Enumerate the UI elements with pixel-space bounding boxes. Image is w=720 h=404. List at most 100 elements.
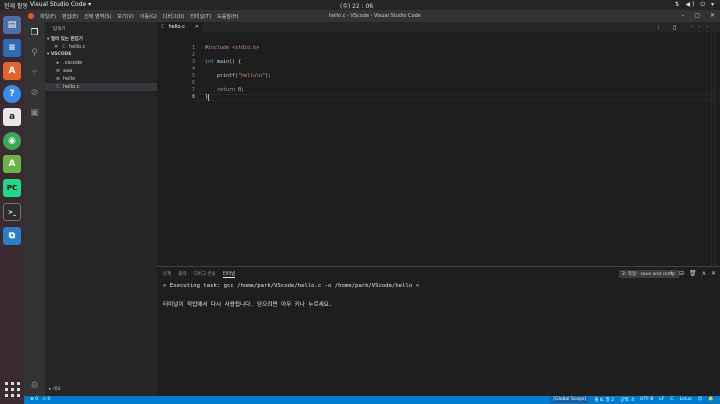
panel-actions: + ⊟ 🗑 ∧ ✕: [669, 270, 716, 277]
errors-count[interactable]: ⊗ 0: [30, 397, 38, 402]
indentation[interactable]: 공백: 4: [620, 397, 634, 403]
tab-close-icon[interactable]: ✕: [195, 24, 199, 30]
line-number: 4: [191, 66, 195, 72]
split-terminal-icon[interactable]: ⊟: [679, 270, 684, 277]
pycharm-icon[interactable]: PC: [3, 179, 21, 197]
tab-label: hello.c: [168, 24, 185, 30]
language-mode[interactable]: C: [670, 397, 673, 403]
editor-scrollbar[interactable]: [714, 32, 720, 266]
close-button[interactable]: ✕: [710, 12, 715, 19]
tree-item-vscode-folder[interactable]: ▸ .vscode: [45, 59, 157, 67]
line-number: 2: [191, 52, 195, 58]
new-terminal-icon[interactable]: +: [669, 270, 674, 277]
window-close-dot[interactable]: [28, 13, 34, 19]
terminal-line-1: > Executing task: gcc /home/park/VScode/…: [163, 283, 419, 289]
maximize-button[interactable]: ▢: [694, 12, 700, 19]
amazon-icon[interactable]: a: [3, 108, 21, 126]
activity-bar: ❐ ⚲ ⑂ ⊘ ▣ ⚙: [24, 22, 45, 396]
tab-output[interactable]: 출력: [178, 271, 186, 278]
project-header[interactable]: ▾ VSCODE: [47, 52, 72, 57]
warnings-count[interactable]: ⚠ 0: [42, 397, 50, 402]
tree-item-aaa[interactable]: ≡ aaa: [45, 67, 157, 75]
activities-button[interactable]: 현재 활동: [4, 1, 28, 10]
tab-terminal[interactable]: 터미널: [222, 271, 236, 278]
android-studio-icon[interactable]: A: [3, 155, 21, 173]
menu-help[interactable]: 도움말(H): [217, 13, 238, 20]
files-icon[interactable]: ▤: [3, 16, 21, 34]
editor-actions[interactable]: ⫶ ▯ ···: [658, 24, 714, 32]
chrome-icon[interactable]: ◉: [3, 132, 21, 150]
line-number: 5: [191, 73, 195, 79]
menu-debug[interactable]: 디버그(D): [163, 13, 185, 20]
current-line-highlight: [197, 94, 717, 101]
source-control-icon[interactable]: ⑂: [28, 66, 41, 79]
explorer-sidebar: 탐색기 ▾ 열려 있는 편집기 ✕ C hello.c ▾ VSCODE ▸ .…: [45, 22, 157, 396]
feedback-icon[interactable]: ☺: [698, 397, 703, 403]
c-file-icon: C: [62, 44, 66, 50]
show-applications-icon[interactable]: [3, 380, 21, 398]
tab-hello-c[interactable]: C hello.c ✕: [157, 22, 203, 32]
sidebar-title: 탐색기: [53, 27, 66, 32]
system-tray[interactable]: ⇅ ◀) ⏻ ▾: [675, 1, 716, 9]
line-number: 3: [191, 59, 195, 65]
cursor-position[interactable]: 줄 8, 열 2: [594, 397, 614, 403]
encoding[interactable]: UTF-8: [640, 397, 653, 403]
c-file-icon: C: [161, 24, 165, 30]
end-of-line[interactable]: LF: [659, 397, 664, 403]
close-icon[interactable]: ✕: [53, 44, 59, 50]
tree-item-label: hello.c: [63, 84, 80, 90]
bell-icon[interactable]: 🔔: [708, 397, 714, 403]
menu-view[interactable]: 보기(V): [117, 13, 134, 20]
status-bar: ⊗ 0 ⚠ 0 [Global Scope] 줄 8, 열 2 공백: 4 UT…: [24, 396, 720, 404]
line-number: 1: [191, 45, 195, 51]
title-bar: 파일(F) 편집(E) 선택 영역(S) 보기(V) 이동(G) 디버그(D) …: [24, 10, 720, 22]
writer-icon[interactable]: ≡: [3, 39, 21, 57]
debug-icon[interactable]: ⊘: [28, 86, 41, 99]
clock[interactable]: (수) 22 : 06: [340, 1, 373, 10]
code-editor[interactable]: 1 2 3 4 5 6 7 8 #include <stdio.h> int m…: [157, 32, 720, 266]
file-icon: ≡: [55, 68, 61, 74]
trash-icon[interactable]: 🗑: [689, 270, 697, 277]
menu-go[interactable]: 이동(G): [140, 13, 157, 20]
launcher-dock: ▤ ≡ A ? a ◉ A PC >_ ⧉: [0, 10, 24, 404]
tab-problems[interactable]: 문제: [163, 271, 171, 278]
tree-item-hello-c[interactable]: C hello.c: [45, 83, 157, 91]
menu-selection[interactable]: 선택 영역(S): [84, 13, 111, 20]
line-number: 7: [191, 87, 195, 93]
line-number: 6: [191, 80, 195, 86]
vscode-window: 파일(F) 편집(E) 선택 영역(S) 보기(V) 이동(G) 디버그(D) …: [24, 10, 720, 404]
software-center-icon[interactable]: A: [3, 62, 21, 80]
open-editor-item[interactable]: ✕ C hello.c: [45, 43, 157, 51]
search-icon[interactable]: ⚲: [28, 46, 41, 59]
tree-item-label: .vscode: [63, 60, 83, 66]
extensions-icon[interactable]: ▣: [28, 106, 41, 119]
settings-gear-icon[interactable]: ⚙: [28, 379, 41, 392]
help-icon[interactable]: ?: [3, 85, 21, 103]
platform[interactable]: Linux: [680, 397, 692, 403]
line-number-gutter: 1 2 3 4 5 6 7 8: [157, 32, 197, 266]
panel-tabs: 문제 출력 디버그 콘솔 터미널: [163, 271, 236, 278]
maximize-panel-icon[interactable]: ∧: [702, 270, 706, 277]
outline-header[interactable]: ▸ 개요: [49, 386, 61, 392]
menu-terminal[interactable]: 터미널(T): [190, 13, 211, 20]
open-editors-header[interactable]: ▾ 열려 있는 편집기: [47, 36, 83, 42]
minimize-button[interactable]: –: [681, 12, 684, 19]
menu-edit[interactable]: 편집(E): [62, 13, 78, 20]
c-file-icon: C: [56, 84, 60, 90]
desktop: 현재 활동 Visual Studio Code ▾ (수) 22 : 06 ⇅…: [0, 0, 720, 404]
scope-indicator[interactable]: [Global Scope]: [551, 397, 589, 403]
code-line-5: printf("hello\n");: [217, 73, 272, 79]
explorer-icon[interactable]: ❐: [28, 26, 41, 39]
vscode-icon[interactable]: ⧉: [3, 227, 21, 245]
tab-debug-console[interactable]: 디버그 콘솔: [194, 271, 216, 278]
line-number: 8: [191, 94, 195, 100]
tree-item-hello[interactable]: ≡ hello: [45, 75, 157, 83]
menu-file[interactable]: 파일(F): [40, 13, 56, 20]
terminal-icon[interactable]: >_: [3, 203, 21, 221]
bottom-panel: 문제 출력 디버그 콘솔 터미널 2: 작업 - save and comp +…: [157, 266, 720, 396]
open-editor-label: hello.c: [69, 44, 86, 50]
close-panel-icon[interactable]: ✕: [711, 270, 716, 277]
app-menu[interactable]: Visual Studio Code ▾: [30, 1, 91, 8]
tree-item-label: aaa: [63, 68, 73, 74]
editor-tab-bar: C hello.c ✕ ⫶ ▯ ···: [157, 22, 720, 32]
